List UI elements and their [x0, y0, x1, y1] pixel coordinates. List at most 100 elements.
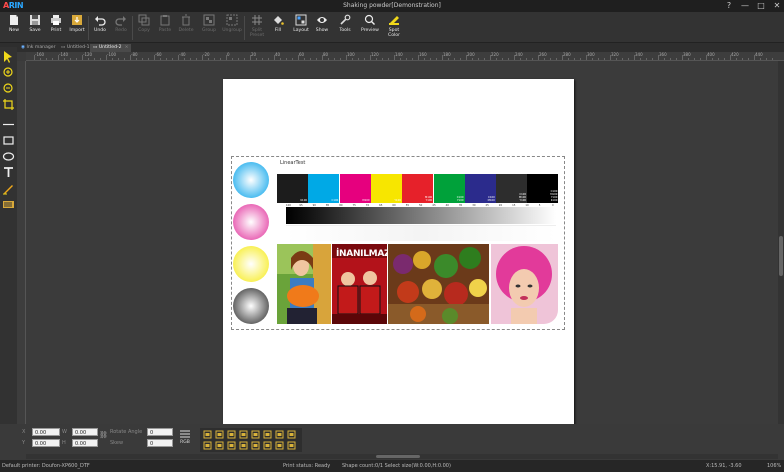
- distribute-v-button[interactable]: [287, 430, 296, 439]
- distribute-h-button[interactable]: [275, 430, 284, 439]
- x-input[interactable]: 0.00: [32, 428, 60, 436]
- ruler-tick: [640, 58, 641, 60]
- photo-vegetables-image: [388, 244, 489, 324]
- color-swatch[interactable]: M100: [339, 174, 371, 203]
- color-swatch[interactable]: M100 Y100: [402, 174, 434, 203]
- photo-woman-bag[interactable]: [277, 244, 331, 324]
- y-input[interactable]: 0.00: [32, 439, 60, 447]
- status-bar: Default printer: Doufon-XP600_DTF Print …: [0, 460, 784, 472]
- fill-button[interactable]: Fill: [267, 14, 289, 42]
- h-input[interactable]: 0.00: [72, 439, 98, 447]
- center-page-icon: [287, 441, 296, 450]
- pen-tool[interactable]: [2, 182, 15, 195]
- tab-untitled-1[interactable]: ▭ Untitled-1: [58, 44, 93, 52]
- new-button[interactable]: New: [3, 14, 25, 42]
- ungroup-button[interactable]: Ungroup: [221, 14, 243, 42]
- same-width-button[interactable]: [251, 441, 260, 450]
- rotate-right-button[interactable]: [215, 441, 224, 450]
- close-button[interactable]: ✕: [772, 1, 782, 11]
- ruler-tick: [436, 58, 437, 60]
- paste-button[interactable]: Paste: [154, 14, 176, 42]
- minimize-button[interactable]: —: [740, 1, 750, 11]
- lock-ratio-icon[interactable]: ⛓: [99, 431, 108, 439]
- delete-button[interactable]: Delete: [175, 14, 197, 42]
- ruler-tick: [232, 58, 233, 60]
- help-button[interactable]: ?: [724, 1, 734, 11]
- center-page-button[interactable]: [287, 441, 296, 450]
- ruler-tick: [358, 58, 359, 60]
- rgb-mode-button[interactable]: RGB: [179, 430, 191, 445]
- color-swatch[interactable]: C100 M100 Y100: [496, 174, 528, 203]
- color-swatch[interactable]: C100 M100: [464, 174, 496, 203]
- photo-movie-poster[interactable]: İNANILMAZ AİLE: [332, 244, 387, 324]
- preview-button[interactable]: Preview: [359, 14, 381, 42]
- tab-untitled-2[interactable]: ▭ Untitled-2 ×: [90, 44, 132, 52]
- align-right-button[interactable]: [263, 430, 272, 439]
- group-button[interactable]: Group: [198, 14, 220, 42]
- photo-pink-hair[interactable]: [491, 244, 558, 324]
- align-top-button[interactable]: [203, 430, 212, 439]
- import-button[interactable]: Import: [66, 14, 88, 42]
- color-swatch[interactable]: C100 Y100: [433, 174, 465, 203]
- yellow-gradient-circle[interactable]: [233, 246, 269, 282]
- split-preset-button[interactable]: Split Preset: [246, 14, 268, 42]
- ruler-tick: [166, 58, 167, 60]
- rectangle-tool[interactable]: [2, 134, 15, 147]
- line-tool[interactable]: [2, 118, 15, 131]
- crop-tool[interactable]: [2, 98, 15, 111]
- redo-button[interactable]: Redo: [110, 14, 132, 42]
- align-top-icon: [203, 430, 212, 439]
- save-button[interactable]: Save: [24, 14, 46, 42]
- flip-vertical-button[interactable]: [239, 441, 248, 450]
- cyan-gradient-circle[interactable]: [233, 162, 269, 198]
- show-button[interactable]: Show: [311, 14, 333, 42]
- magenta-gradient-circle[interactable]: [233, 204, 269, 240]
- rotate-left-button[interactable]: [203, 441, 212, 450]
- page[interactable]: LinearTest K100 C100 M100 Y100 M100 Y100 C100…: [223, 79, 574, 430]
- black-gradient-circle[interactable]: [233, 288, 269, 324]
- swatch-label: C100 Y100: [456, 196, 464, 202]
- vertical-scrollbar[interactable]: [778, 61, 784, 445]
- barcode-tool[interactable]: [2, 198, 15, 211]
- tools-button[interactable]: Tools: [334, 14, 356, 42]
- same-size-button[interactable]: [275, 441, 284, 450]
- horizontal-scrollbar[interactable]: [26, 454, 778, 459]
- color-swatch[interactable]: C100 M100 Y100 K100: [527, 174, 559, 203]
- align-bottom-button[interactable]: [227, 430, 236, 439]
- zoom-in-tool[interactable]: [2, 66, 15, 79]
- gray-gradient-bar[interactable]: [286, 207, 556, 224]
- w-input[interactable]: 0.00: [72, 428, 98, 436]
- flip-horizontal-button[interactable]: [227, 441, 236, 450]
- vertical-scroll-thumb[interactable]: [779, 236, 783, 276]
- copy-button[interactable]: Copy: [133, 14, 155, 42]
- light-gradient-bar[interactable]: [286, 225, 556, 241]
- w-label: W: [62, 429, 67, 435]
- undo-button[interactable]: Undo: [89, 14, 111, 42]
- color-swatch[interactable]: Y100: [370, 174, 402, 203]
- select-tool[interactable]: [2, 50, 15, 63]
- align-middle-button[interactable]: [215, 430, 224, 439]
- ellipse-tool[interactable]: [2, 150, 15, 163]
- same-height-button[interactable]: [263, 441, 272, 450]
- photo-vegetables[interactable]: [388, 244, 489, 324]
- ruler-tick: [586, 55, 587, 60]
- ruler-tick: [772, 58, 773, 60]
- ruler-tick: [334, 58, 335, 60]
- maximize-button[interactable]: □: [756, 1, 766, 11]
- zoom-out-tool[interactable]: [2, 82, 15, 95]
- horizontal-scroll-thumb[interactable]: [376, 455, 420, 458]
- spot-color-button[interactable]: Spot Color: [383, 14, 405, 42]
- ruler-tick: [502, 58, 503, 60]
- skew-input[interactable]: 0: [147, 439, 173, 447]
- print-button[interactable]: Print: [45, 14, 67, 42]
- rotate-input[interactable]: 0: [147, 428, 173, 436]
- align-left-button[interactable]: [239, 430, 248, 439]
- color-swatch[interactable]: K100: [277, 174, 308, 203]
- close-tab-icon[interactable]: ×: [125, 45, 129, 50]
- align-center-button[interactable]: [251, 430, 260, 439]
- canvas-area[interactable]: LinearTest K100 C100 M100 Y100 M100 Y100 C100…: [26, 61, 778, 445]
- color-swatch[interactable]: C100: [308, 174, 340, 203]
- tab-ink-manager[interactable]: ◉ Ink manager: [18, 44, 59, 52]
- layout-button[interactable]: Layout: [290, 14, 312, 42]
- text-tool[interactable]: [2, 166, 15, 179]
